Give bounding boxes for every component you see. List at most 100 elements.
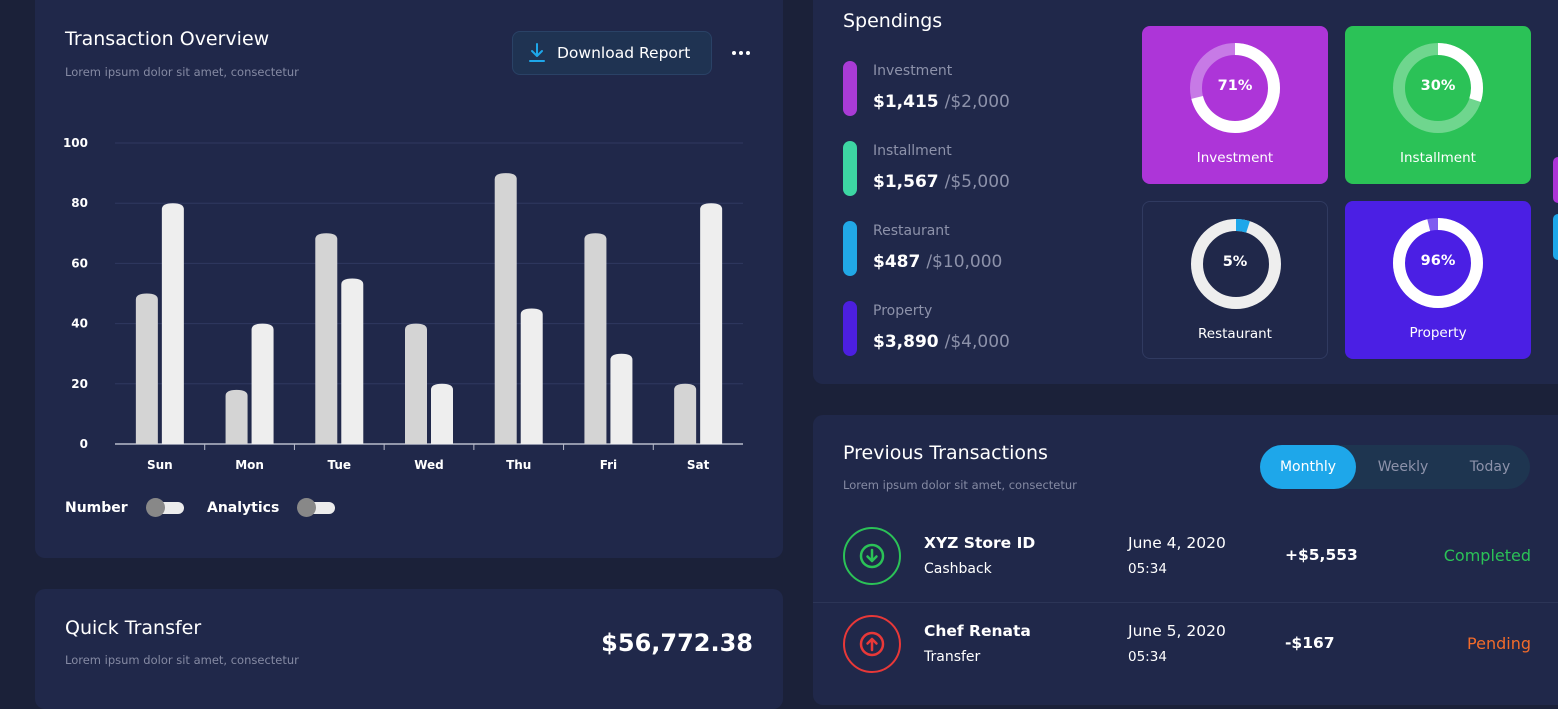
spending-color-bar: [843, 301, 857, 356]
transaction-type: Transfer: [924, 649, 981, 665]
tile-percent: 30%: [1420, 78, 1456, 94]
spending-amount: $1,567: [873, 172, 939, 192]
spending-name: Restaurant: [873, 223, 950, 239]
quick-transfer-card: Quick Transfer Lorem ipsum dolor sit ame…: [35, 589, 783, 709]
number-toggle[interactable]: [146, 498, 184, 517]
transaction-time: 05:34: [1128, 649, 1167, 665]
period-tabs: Monthly Weekly Today: [1260, 445, 1530, 489]
tile-percent: 96%: [1420, 253, 1456, 269]
transaction-amount: -$167: [1285, 634, 1335, 652]
transaction-date: June 4, 2020: [1128, 534, 1226, 552]
x-tick-label: Wed: [414, 458, 444, 472]
balance-amount: $56,772.38: [601, 629, 753, 657]
y-tick-label: 60: [71, 256, 88, 270]
transaction-name: XYZ Store ID: [924, 534, 1036, 552]
status-badge: Pending: [1467, 634, 1531, 653]
y-tick-label: 20: [71, 377, 88, 391]
spending-value: $3,890/$4,000: [873, 332, 1010, 352]
status-badge: Completed: [1443, 546, 1531, 565]
spending-max: /$2,000: [944, 92, 1010, 112]
spendings-card: Spendings Investment $1,415/$2,000 Insta…: [813, 0, 1558, 384]
chart-bar: [584, 233, 607, 444]
x-tick-label: Fri: [600, 458, 617, 472]
transaction-type: Cashback: [924, 561, 992, 577]
previous-transactions-card: Previous Transactions Lorem ipsum dolor …: [813, 415, 1558, 705]
spending-value: $1,415/$2,000: [873, 92, 1010, 112]
download-icon: [529, 43, 545, 63]
transaction-row[interactable]: Chef Renata Transfer June 5, 2020 05:34 …: [813, 602, 1558, 690]
chart-bar: [161, 203, 184, 444]
chart-bar: [610, 353, 633, 444]
previous-transactions-title: Previous Transactions: [843, 442, 1048, 464]
tile-installment[interactable]: 30% Installment: [1345, 26, 1531, 184]
tile-restaurant[interactable]: 5% Restaurant: [1142, 201, 1328, 359]
x-tick-label: Tue: [328, 458, 352, 472]
tab-today[interactable]: Today: [1450, 445, 1530, 489]
overview-subtitle: Lorem ipsum dolor sit amet, consectetur: [65, 65, 299, 79]
spending-name: Property: [873, 303, 933, 319]
spending-name: Installment: [873, 143, 952, 159]
spending-color-bar: [843, 221, 857, 276]
chart-bar: [135, 293, 158, 444]
tab-monthly[interactable]: Monthly: [1260, 445, 1356, 489]
chart-bar: [674, 383, 697, 444]
spending-max: /$5,000: [944, 172, 1010, 192]
tile-label: Installment: [1400, 150, 1476, 166]
spending-value: $487/$10,000: [873, 252, 1002, 272]
download-report-label: Download Report: [557, 44, 691, 62]
y-tick-label: 40: [71, 317, 88, 331]
toggle-number-label: Number: [65, 500, 128, 516]
tile-label: Property: [1409, 325, 1467, 341]
tab-weekly[interactable]: Weekly: [1356, 445, 1450, 489]
spendings-title: Spendings: [843, 10, 943, 32]
download-report-button[interactable]: Download Report: [512, 31, 712, 75]
spending-max: /$10,000: [926, 252, 1003, 272]
chart-bar: [494, 173, 517, 444]
transaction-row[interactable]: XYZ Store ID Cashback June 4, 2020 05:34…: [813, 514, 1558, 602]
analytics-toggle[interactable]: [297, 498, 335, 517]
chart-bar: [225, 389, 248, 444]
toggle-analytics-label: Analytics: [207, 500, 280, 516]
arrow-down-icon: [843, 527, 901, 585]
chart-bar: [315, 233, 338, 444]
overview-title: Transaction Overview: [65, 28, 270, 50]
arrow-up-icon: [843, 615, 901, 673]
tile-percent: 5%: [1222, 254, 1248, 270]
quick-transfer-title: Quick Transfer: [65, 617, 202, 639]
transaction-name: Chef Renata: [924, 622, 1031, 640]
spending-color-bar: [843, 141, 857, 196]
transaction-amount: +$5,553: [1285, 546, 1358, 564]
more-options-icon[interactable]: [730, 42, 752, 64]
x-tick-label: Thu: [506, 458, 531, 472]
edge-chip-blue: [1553, 214, 1558, 260]
spending-amount: $3,890: [873, 332, 939, 352]
x-tick-label: Sat: [687, 458, 710, 472]
tile-investment[interactable]: 71% Investment: [1142, 26, 1328, 184]
spending-name: Investment: [873, 63, 953, 79]
chart-bar: [700, 203, 723, 444]
transaction-bar-chart: 0 20 40 60 80 100 Sun Mon Tue Wed Thu Fri Sat: [63, 136, 743, 472]
quick-transfer-subtitle: Lorem ipsum dolor sit amet, consectetur: [65, 653, 299, 667]
edge-chip-purple: [1553, 157, 1558, 203]
transaction-overview-card: Transaction Overview Lorem ipsum dolor s…: [35, 0, 783, 558]
spending-color-bar: [843, 61, 857, 116]
spending-value: $1,567/$5,000: [873, 172, 1010, 192]
tile-property[interactable]: 96% Property: [1345, 201, 1531, 359]
spending-amount: $487: [873, 252, 921, 272]
y-tick-label: 0: [80, 437, 88, 451]
chart-bar: [520, 308, 543, 444]
y-tick-label: 80: [71, 196, 88, 210]
previous-transactions-subtitle: Lorem ipsum dolor sit amet, consectetur: [843, 478, 1077, 492]
spending-amount: $1,415: [873, 92, 939, 112]
spending-max: /$4,000: [944, 332, 1010, 352]
chart-bar: [251, 323, 274, 444]
chart-bar: [405, 323, 427, 444]
y-tick-label: 100: [63, 136, 88, 150]
tile-label: Investment: [1196, 150, 1274, 166]
toggle-knob: [146, 498, 165, 517]
tile-label: Restaurant: [1198, 326, 1272, 342]
toggle-knob: [297, 498, 316, 517]
chart-bar: [341, 278, 364, 444]
chart-bar: [431, 383, 453, 444]
x-tick-label: Sun: [147, 458, 173, 472]
